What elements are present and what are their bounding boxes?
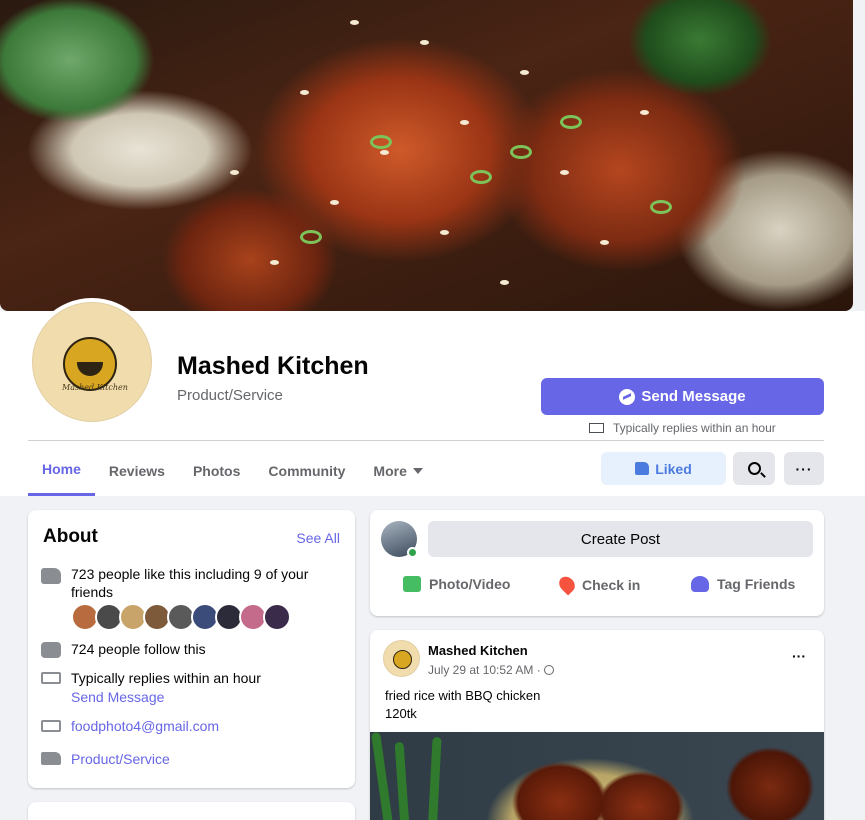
create-post-button[interactable]: Create Post [428, 521, 813, 557]
friend-avatar[interactable] [263, 603, 291, 631]
post-author-avatar[interactable] [383, 640, 420, 677]
divider [28, 440, 824, 441]
folder-icon [41, 752, 61, 765]
replies-text: Typically replies within an hour [71, 670, 261, 686]
check-in-button[interactable]: Check in [556, 573, 641, 596]
tab-more-label: More [373, 462, 407, 479]
page-tabs: Home Reviews Photos Community More [28, 445, 437, 496]
caret-down-icon [412, 467, 423, 474]
follows-text: 724 people follow this [71, 641, 206, 657]
page-title[interactable]: Mashed Kitchen [177, 352, 369, 381]
category-link[interactable]: Product/Service [71, 750, 341, 768]
cover-photo[interactable] [0, 0, 853, 311]
about-send-message-link[interactable]: Send Message [71, 688, 164, 706]
tag-friends-button[interactable]: Tag Friends [691, 576, 795, 592]
liked-label: Liked [655, 460, 692, 477]
reply-note-text: Typically replies within an hour [613, 421, 776, 435]
post-time-text: July 29 at 10:52 AM · [428, 663, 541, 677]
page-category[interactable]: Product/Service [177, 387, 283, 404]
reply-envelope-icon [41, 672, 61, 684]
email-icon [41, 720, 61, 732]
tab-reviews[interactable]: Reviews [95, 445, 179, 496]
thumbs-up-icon [635, 462, 650, 475]
search-button[interactable] [733, 452, 775, 485]
next-card [28, 802, 355, 820]
more-options-button[interactable]: ··· [784, 452, 824, 485]
post-author[interactable]: Mashed Kitchen [428, 643, 528, 658]
post-card: Mashed Kitchen July 29 at 10:52 AM · ···… [370, 630, 824, 820]
friends-avatars [71, 603, 291, 631]
post-text-line: 120tk [385, 706, 417, 721]
check-icon [41, 642, 61, 658]
send-message-button[interactable]: Send Message [541, 378, 824, 415]
reply-note: Typically replies within an hour [589, 421, 776, 435]
liked-button[interactable]: Liked [601, 452, 726, 485]
messenger-icon [619, 388, 636, 405]
post-timestamp[interactable]: July 29 at 10:52 AM · [428, 663, 554, 677]
location-pin-icon [556, 573, 578, 596]
tab-photos[interactable]: Photos [179, 445, 254, 496]
tag-friends-label: Tag Friends [717, 576, 796, 592]
see-all-link[interactable]: See All [296, 530, 340, 546]
likes-text: 723 people like this including 9 of your… [71, 566, 309, 600]
post-photo[interactable] [370, 732, 824, 820]
search-icon [747, 462, 761, 475]
tab-community[interactable]: Community [254, 445, 359, 496]
check-in-label: Check in [582, 576, 641, 593]
more-icon: ··· [795, 460, 813, 477]
post-text-line: fried rice with BBQ chicken [385, 688, 541, 703]
post-more-button[interactable]: ··· [792, 648, 806, 664]
logo-script: Mashed Kitchen [62, 383, 128, 392]
send-message-label: Send Message [641, 388, 746, 405]
post-text: fried rice with BBQ chicken 120tk [385, 687, 540, 723]
online-status-icon [407, 547, 418, 558]
photo-icon [403, 576, 421, 592]
tag-friends-icon [691, 576, 709, 592]
about-title: About [43, 526, 98, 547]
about-card: About See All 723 people like this inclu… [28, 510, 355, 788]
tab-more[interactable]: More [359, 445, 436, 496]
email-link[interactable]: foodphoto4@gmail.com [71, 717, 341, 735]
create-post-card: Create Post Photo/Video Check in Tag Fri… [370, 510, 824, 616]
photo-video-button[interactable]: Photo/Video [403, 576, 510, 592]
tab-home[interactable]: Home [28, 445, 95, 496]
photo-video-label: Photo/Video [429, 576, 511, 592]
globe-icon [543, 665, 554, 675]
thumbs-up-icon [41, 568, 61, 584]
envelope-icon [589, 423, 604, 433]
